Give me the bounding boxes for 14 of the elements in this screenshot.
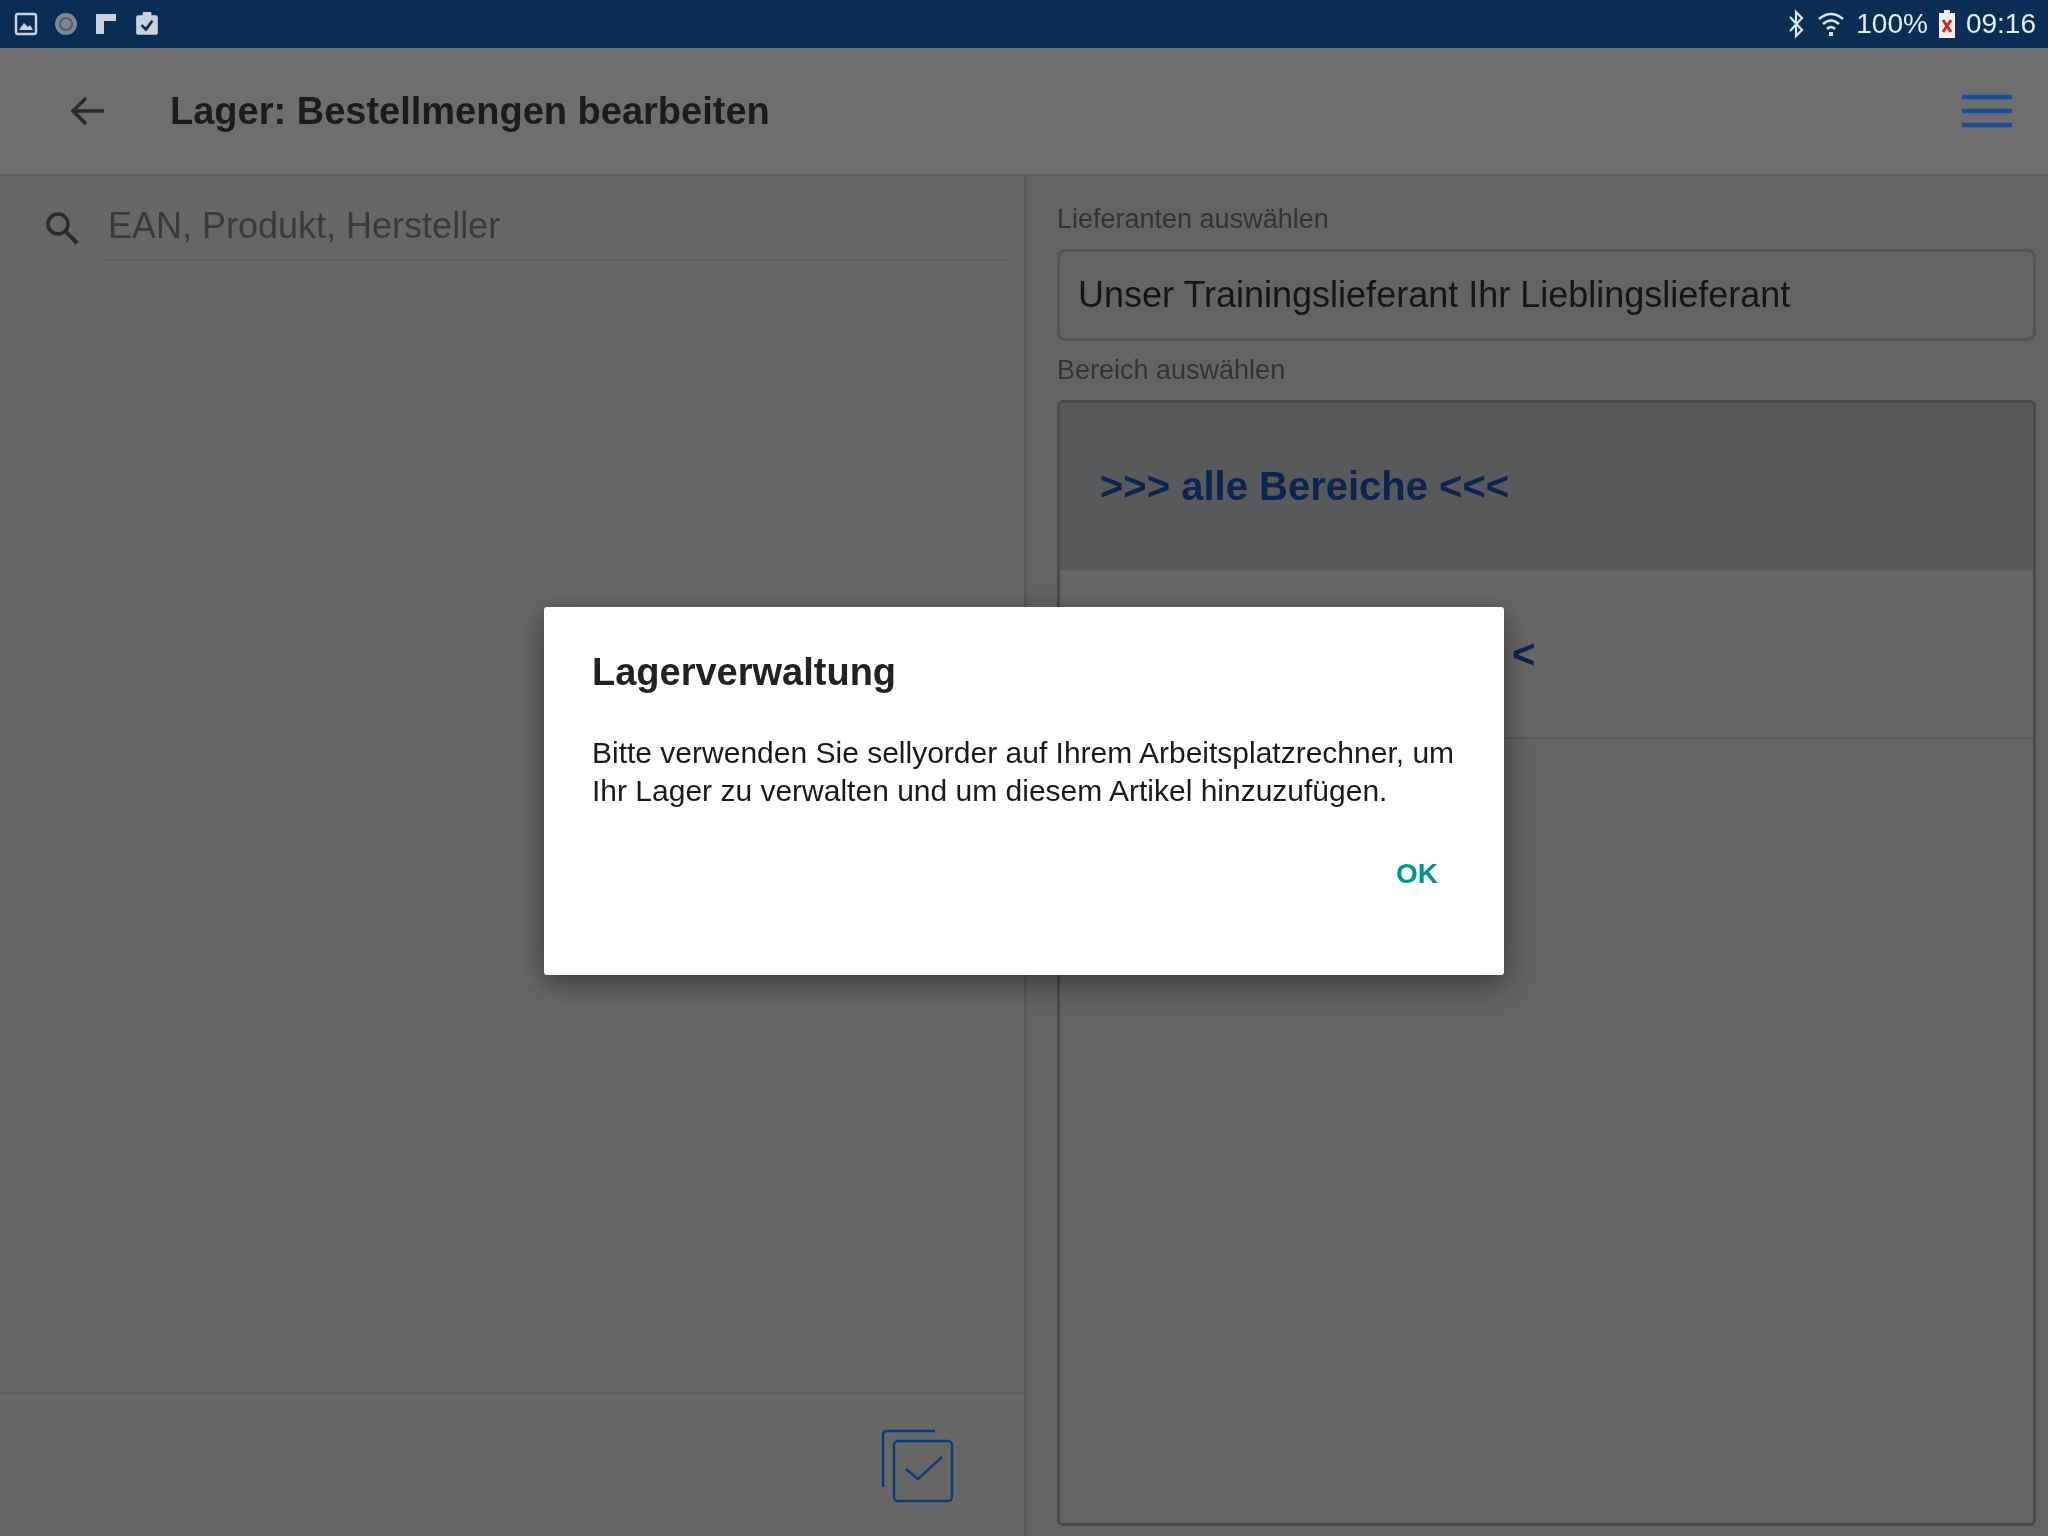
- image-icon: [14, 12, 38, 36]
- coin-icon: [54, 12, 78, 36]
- menu-icon[interactable]: [1962, 94, 2012, 128]
- supplier-dropdown[interactable]: Unser Trainingslieferant Ihr Lieblingslieferant: [1057, 249, 2036, 341]
- battery-icon: [1937, 9, 1956, 39]
- ok-button[interactable]: OK: [1378, 854, 1456, 894]
- clipboard-check-icon: [134, 11, 160, 37]
- clock: 09:16: [1965, 8, 2036, 40]
- dialog-title: Lagerverwaltung: [592, 651, 898, 694]
- search-icon: [44, 210, 80, 246]
- area-item[interactable]: >>> alle Bereiche <<<: [1060, 403, 2033, 571]
- flag-icon: [94, 12, 118, 36]
- battery-percent: 100%: [1856, 8, 1928, 40]
- screen-title: Lager: Bestellmengen bearbeiten: [170, 89, 771, 133]
